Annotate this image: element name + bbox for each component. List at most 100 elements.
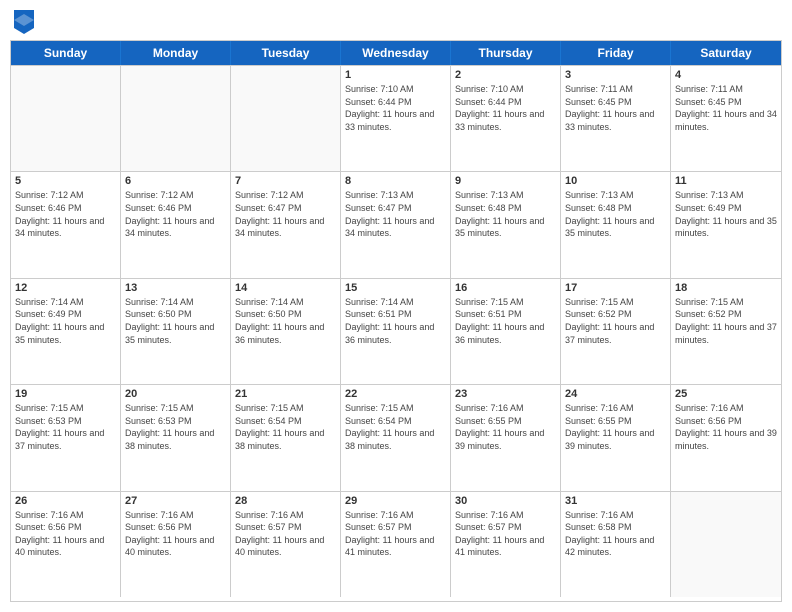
day-header: Monday — [121, 41, 231, 65]
day-info: Sunrise: 7:16 AM Sunset: 6:57 PM Dayligh… — [455, 509, 556, 559]
day-cell: 13 Sunrise: 7:14 AM Sunset: 6:50 PM Dayli… — [121, 279, 231, 384]
day-info: Sunrise: 7:15 AM Sunset: 6:54 PM Dayligh… — [235, 402, 336, 452]
day-info: Sunrise: 7:15 AM Sunset: 6:53 PM Dayligh… — [15, 402, 116, 452]
day-number: 23 — [455, 388, 556, 400]
day-number: 9 — [455, 175, 556, 187]
day-number: 16 — [455, 282, 556, 294]
day-cell: 12 Sunrise: 7:14 AM Sunset: 6:49 PM Dayli… — [11, 279, 121, 384]
day-info: Sunrise: 7:12 AM Sunset: 6:47 PM Dayligh… — [235, 189, 336, 239]
day-number: 7 — [235, 175, 336, 187]
day-cell: 14Sunrise: 7:14 AM Sunset: 6:50 PM Dayli… — [231, 279, 341, 384]
day-number: 30 — [455, 495, 556, 507]
day-info: Sunrise: 7:16 AM Sunset: 6:56 PM Dayligh… — [15, 509, 116, 559]
day-info: Sunrise: 7:15 AM Sunset: 6:52 PM Dayligh… — [565, 296, 666, 346]
day-cell — [121, 66, 231, 171]
day-number: 31 — [565, 495, 666, 507]
weeks: 1 Sunrise: 7:10 AM Sunset: 6:44 PM Daylig… — [11, 65, 781, 597]
day-cell: 4 Sunrise: 7:11 AM Sunset: 6:45 PM Daylig… — [671, 66, 781, 171]
day-cell: 25Sunrise: 7:16 AM Sunset: 6:56 PM Dayli… — [671, 385, 781, 490]
day-cell: 10 Sunrise: 7:13 AM Sunset: 6:48 PM Dayli… — [561, 172, 671, 277]
day-number: 14 — [235, 282, 336, 294]
day-info: Sunrise: 7:10 AM Sunset: 6:44 PM Dayligh… — [455, 83, 556, 133]
day-number: 4 — [675, 69, 777, 81]
day-info: Sunrise: 7:13 AM Sunset: 6:48 PM Dayligh… — [565, 189, 666, 239]
day-info: Sunrise: 7:14 AM Sunset: 6:49 PM Dayligh… — [15, 296, 116, 346]
day-info: Sunrise: 7:15 AM Sunset: 6:52 PM Dayligh… — [675, 296, 777, 346]
logo — [14, 10, 38, 34]
day-headers: SundayMondayTuesdayWednesdayThursdayFrid… — [11, 41, 781, 65]
day-info: Sunrise: 7:16 AM Sunset: 6:57 PM Dayligh… — [345, 509, 446, 559]
day-number: 5 — [15, 175, 116, 187]
day-info: Sunrise: 7:16 AM Sunset: 6:55 PM Dayligh… — [455, 402, 556, 452]
day-info: Sunrise: 7:15 AM Sunset: 6:54 PM Dayligh… — [345, 402, 446, 452]
day-info: Sunrise: 7:15 AM Sunset: 6:51 PM Dayligh… — [455, 296, 556, 346]
day-cell: 20 Sunrise: 7:15 AM Sunset: 6:53 PM Dayli… — [121, 385, 231, 490]
week-row: 5 Sunrise: 7:12 AM Sunset: 6:46 PM Daylig… — [11, 171, 781, 277]
week-row: 19 Sunrise: 7:15 AM Sunset: 6:53 PM Dayli… — [11, 384, 781, 490]
day-info: Sunrise: 7:13 AM Sunset: 6:47 PM Dayligh… — [345, 189, 446, 239]
logo-icon — [14, 10, 34, 34]
day-header: Saturday — [671, 41, 781, 65]
day-cell: 1 Sunrise: 7:10 AM Sunset: 6:44 PM Daylig… — [341, 66, 451, 171]
day-number: 26 — [15, 495, 116, 507]
day-header: Friday — [561, 41, 671, 65]
day-cell: 7 Sunrise: 7:12 AM Sunset: 6:47 PM Daylig… — [231, 172, 341, 277]
day-number: 19 — [15, 388, 116, 400]
day-header: Wednesday — [341, 41, 451, 65]
day-info: Sunrise: 7:16 AM Sunset: 6:56 PM Dayligh… — [675, 402, 777, 452]
day-cell: 18Sunrise: 7:15 AM Sunset: 6:52 PM Dayli… — [671, 279, 781, 384]
day-cell: 21 Sunrise: 7:15 AM Sunset: 6:54 PM Dayli… — [231, 385, 341, 490]
day-cell: 19 Sunrise: 7:15 AM Sunset: 6:53 PM Dayli… — [11, 385, 121, 490]
day-cell: 17 Sunrise: 7:15 AM Sunset: 6:52 PM Dayli… — [561, 279, 671, 384]
day-number: 27 — [125, 495, 226, 507]
day-info: Sunrise: 7:10 AM Sunset: 6:44 PM Dayligh… — [345, 83, 446, 133]
day-cell: 5 Sunrise: 7:12 AM Sunset: 6:46 PM Daylig… — [11, 172, 121, 277]
day-number: 17 — [565, 282, 666, 294]
day-number: 8 — [345, 175, 446, 187]
day-info: Sunrise: 7:16 AM Sunset: 6:57 PM Dayligh… — [235, 509, 336, 559]
day-cell: 15Sunrise: 7:14 AM Sunset: 6:51 PM Dayli… — [341, 279, 451, 384]
day-cell: 16 Sunrise: 7:15 AM Sunset: 6:51 PM Dayli… — [451, 279, 561, 384]
day-cell: 3Sunrise: 7:11 AM Sunset: 6:45 PM Daylig… — [561, 66, 671, 171]
page: SundayMondayTuesdayWednesdayThursdayFrid… — [0, 0, 792, 612]
day-cell: 9 Sunrise: 7:13 AM Sunset: 6:48 PM Daylig… — [451, 172, 561, 277]
day-cell: 30 Sunrise: 7:16 AM Sunset: 6:57 PM Dayli… — [451, 492, 561, 597]
day-header: Sunday — [11, 41, 121, 65]
day-cell: 6Sunrise: 7:12 AM Sunset: 6:46 PM Daylig… — [121, 172, 231, 277]
day-info: Sunrise: 7:13 AM Sunset: 6:49 PM Dayligh… — [675, 189, 777, 239]
day-cell: 29 Sunrise: 7:16 AM Sunset: 6:57 PM Dayli… — [341, 492, 451, 597]
day-info: Sunrise: 7:13 AM Sunset: 6:48 PM Dayligh… — [455, 189, 556, 239]
day-number: 11 — [675, 175, 777, 187]
day-number: 22 — [345, 388, 446, 400]
day-number: 29 — [345, 495, 446, 507]
day-number: 13 — [125, 282, 226, 294]
day-header: Tuesday — [231, 41, 341, 65]
day-info: Sunrise: 7:16 AM Sunset: 6:56 PM Dayligh… — [125, 509, 226, 559]
week-row: 12 Sunrise: 7:14 AM Sunset: 6:49 PM Dayli… — [11, 278, 781, 384]
day-number: 2 — [455, 69, 556, 81]
day-cell — [11, 66, 121, 171]
day-header: Thursday — [451, 41, 561, 65]
day-info: Sunrise: 7:11 AM Sunset: 6:45 PM Dayligh… — [565, 83, 666, 133]
day-number: 15 — [345, 282, 446, 294]
day-cell: 8 Sunrise: 7:13 AM Sunset: 6:47 PM Daylig… — [341, 172, 451, 277]
week-row: 1 Sunrise: 7:10 AM Sunset: 6:44 PM Daylig… — [11, 65, 781, 171]
day-cell: 23 Sunrise: 7:16 AM Sunset: 6:55 PM Dayli… — [451, 385, 561, 490]
day-number: 21 — [235, 388, 336, 400]
day-cell: 27 Sunrise: 7:16 AM Sunset: 6:56 PM Dayli… — [121, 492, 231, 597]
day-cell: 24Sunrise: 7:16 AM Sunset: 6:55 PM Dayli… — [561, 385, 671, 490]
day-info: Sunrise: 7:14 AM Sunset: 6:50 PM Dayligh… — [125, 296, 226, 346]
day-cell: 2 Sunrise: 7:10 AM Sunset: 6:44 PM Daylig… — [451, 66, 561, 171]
day-number: 12 — [15, 282, 116, 294]
day-info: Sunrise: 7:11 AM Sunset: 6:45 PM Dayligh… — [675, 83, 777, 133]
day-number: 6 — [125, 175, 226, 187]
day-cell: 11 Sunrise: 7:13 AM Sunset: 6:49 PM Dayli… — [671, 172, 781, 277]
calendar: SundayMondayTuesdayWednesdayThursdayFrid… — [10, 40, 782, 602]
day-number: 1 — [345, 69, 446, 81]
day-cell: 28Sunrise: 7:16 AM Sunset: 6:57 PM Dayli… — [231, 492, 341, 597]
day-number: 20 — [125, 388, 226, 400]
day-number: 10 — [565, 175, 666, 187]
day-info: Sunrise: 7:12 AM Sunset: 6:46 PM Dayligh… — [15, 189, 116, 239]
day-cell — [231, 66, 341, 171]
day-info: Sunrise: 7:15 AM Sunset: 6:53 PM Dayligh… — [125, 402, 226, 452]
